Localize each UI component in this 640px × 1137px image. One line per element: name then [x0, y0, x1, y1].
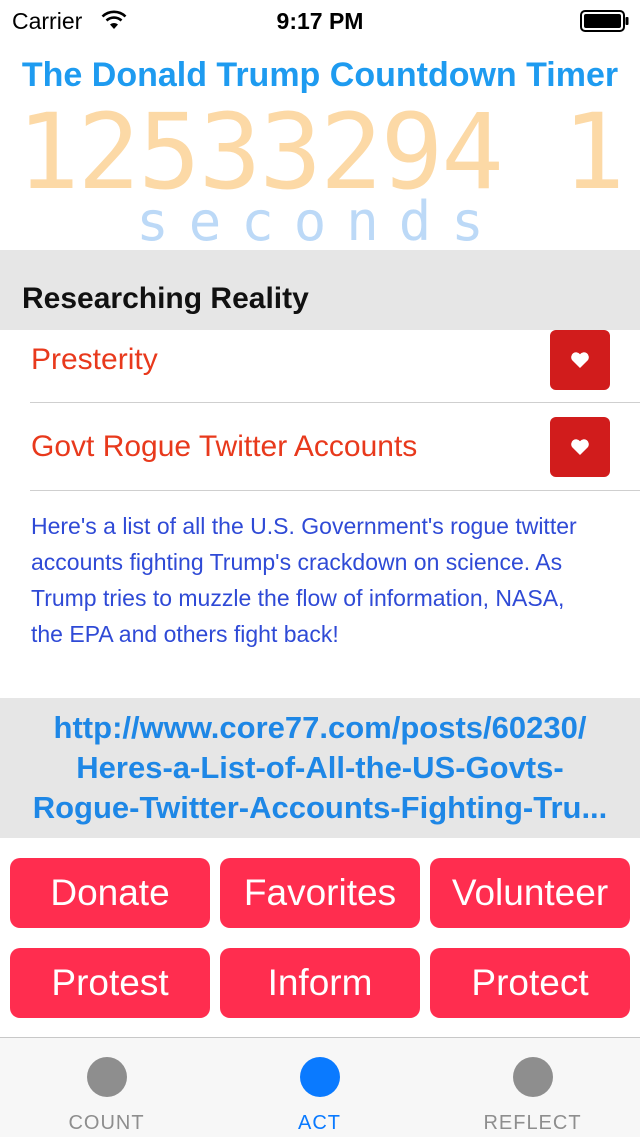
inform-button[interactable]: Inform	[220, 948, 420, 1018]
list-item-label[interactable]: Govt Rogue Twitter Accounts	[31, 417, 417, 477]
donate-button[interactable]: Donate	[10, 858, 210, 928]
tab-label[interactable]: ACT	[213, 1112, 426, 1135]
tab-act[interactable]: ACT	[213, 1038, 426, 1137]
heart-icon	[571, 439, 589, 455]
status-bar: Carrier 9:17 PM	[0, 0, 640, 40]
protest-button[interactable]: Protest	[10, 948, 210, 1018]
section-header: Researching Reality	[0, 250, 640, 330]
tab-label[interactable]: REFLECT	[426, 1112, 639, 1135]
tab-bar: COUNT ACT REFLECT	[0, 1037, 640, 1137]
favorites-button[interactable]: Favorites	[220, 858, 420, 928]
tab-reflect[interactable]: REFLECT	[426, 1038, 639, 1137]
section-title: Researching Reality	[22, 282, 309, 315]
url-line[interactable]: Rogue-Twitter-Accounts-Fighting-Tru...	[0, 788, 640, 828]
list-item-govt-rogue-twitter[interactable]: Govt Rogue Twitter Accounts	[0, 417, 640, 505]
tab-label[interactable]: COUNT	[0, 1112, 213, 1135]
app-title: The Donald Trump Countdown Timer	[21, 56, 619, 94]
battery-icon	[580, 10, 629, 32]
protect-button[interactable]: Protect	[430, 948, 630, 1018]
count-tab-icon[interactable]	[86, 1057, 127, 1097]
row-divider	[30, 402, 640, 403]
countdown-value: 12533294 1	[16, 91, 625, 213]
url-text[interactable]: http://www.core77.com/posts/60230/ Heres…	[0, 708, 640, 828]
url-line[interactable]: http://www.core77.com/posts/60230/	[0, 708, 640, 748]
reflect-tab-icon[interactable]	[512, 1057, 553, 1097]
act-tab-icon[interactable]	[299, 1057, 340, 1097]
countdown-unit: seconds	[136, 190, 504, 253]
url-line[interactable]: Heres-a-List-of-All-the-US-Govts-	[0, 748, 640, 788]
favorite-button[interactable]	[550, 417, 610, 477]
item-description: Here's a list of all the U.S. Government…	[31, 513, 577, 647]
clock: 9:17 PM	[276, 8, 364, 34]
row-divider	[30, 490, 640, 491]
favorite-button[interactable]	[550, 330, 610, 390]
heart-icon	[571, 352, 589, 368]
list-item-presterity[interactable]: Presterity	[0, 330, 640, 418]
list-item-label[interactable]: Presterity	[31, 330, 158, 390]
volunteer-button[interactable]: Volunteer	[430, 858, 630, 928]
tab-count[interactable]: COUNT	[0, 1038, 213, 1137]
url-link[interactable]: http://www.core77.com/posts/60230/ Heres…	[0, 698, 640, 838]
